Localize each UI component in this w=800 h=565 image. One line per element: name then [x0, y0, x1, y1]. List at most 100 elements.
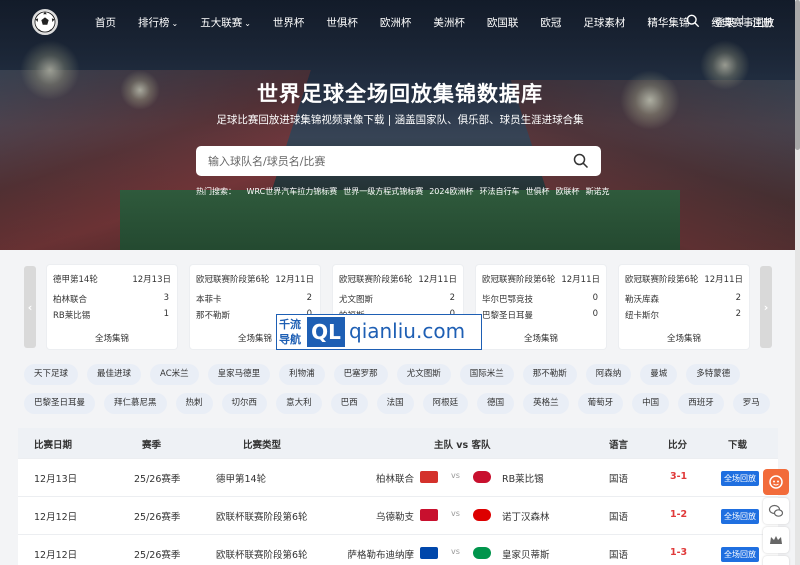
- row-away-team[interactable]: RB莱比锡: [502, 471, 544, 485]
- match-league: 欧冠联赛阶段第6轮: [196, 275, 270, 285]
- team-tag[interactable]: 利物浦: [279, 364, 325, 385]
- team-tag[interactable]: 中国: [632, 393, 670, 414]
- row-away-team[interactable]: 皇家贝蒂斯: [502, 547, 550, 561]
- team-tag[interactable]: 切尔西: [221, 393, 268, 414]
- watermark-ql-mark: QL: [307, 317, 345, 347]
- nav-item[interactable]: 美洲杯: [433, 15, 465, 30]
- nav-item[interactable]: 世界杯: [273, 15, 305, 30]
- team-tag[interactable]: 巴塞罗那: [333, 364, 388, 385]
- team-tag[interactable]: 英格兰: [523, 393, 569, 414]
- nav-item-label: 欧洲杯: [379, 17, 412, 29]
- highlights-link[interactable]: 全场集锦: [619, 332, 749, 344]
- chevron-right-icon: ›: [763, 300, 769, 314]
- top-nav: 首页 排行榜 ⌄ 五大联赛 ⌄ 世界杯 世俱杯 欧洲杯 美洲杯 欧国联 欧冠 足球素材 精华集锦 经典赛事…: [0, 0, 800, 44]
- nav-item[interactable]: 欧国联: [487, 15, 519, 30]
- wechat-button[interactable]: [763, 498, 789, 524]
- carousel-prev-button[interactable]: ‹: [24, 266, 36, 348]
- watermark-ql-text: QL: [311, 320, 341, 344]
- nav-item-label: 欧冠: [540, 17, 562, 29]
- register-link[interactable]: 注册: [752, 15, 773, 30]
- row-vs: vs: [451, 509, 460, 518]
- search-input[interactable]: [208, 152, 548, 170]
- nav-item[interactable]: 精华集锦: [647, 15, 689, 30]
- team-tag[interactable]: 皇家马德里: [207, 364, 271, 385]
- customer-service-button[interactable]: [763, 469, 789, 495]
- nav-item[interactable]: 欧洲杯: [380, 15, 412, 30]
- table-row[interactable]: 12月12日 25/26赛季 欧联杯联赛阶段第6轮 乌德勒支 vs 诺丁汉森林 国语 1-2 全…: [18, 496, 778, 534]
- team-tag[interactable]: 阿根廷: [422, 393, 469, 414]
- hot-search-link[interactable]: 世界一级方程式锦标赛: [343, 187, 423, 196]
- home-team-badge-icon: [420, 547, 438, 559]
- team-tag[interactable]: 那不勒斯: [522, 364, 577, 385]
- row-away-team[interactable]: 诺丁汉森林: [502, 509, 550, 523]
- nav-item[interactable]: 五大联赛 ⌄: [200, 15, 251, 30]
- row-date: 12月12日: [34, 512, 78, 523]
- logo[interactable]: [32, 9, 58, 35]
- away-team: RB莱比锡: [53, 311, 91, 321]
- team-tag[interactable]: 热刺: [175, 393, 213, 414]
- row-home-team[interactable]: 乌德勒支: [376, 509, 414, 523]
- row-download-button[interactable]: 全场回放: [721, 547, 759, 562]
- match-card[interactable]: 欧冠联赛阶段第6轮 12月11日 毕尔巴鄂竞技 0 巴黎圣日耳曼 0 全场集锦: [476, 265, 606, 349]
- nav-item[interactable]: 足球素材: [583, 15, 625, 30]
- search-button-icon[interactable]: [573, 153, 589, 169]
- login-link[interactable]: 登录: [714, 15, 735, 30]
- highlights-link[interactable]: 全场集锦: [47, 332, 177, 344]
- row-download-button[interactable]: 全场回放: [721, 509, 759, 524]
- table-row[interactable]: 12月12日 25/26赛季 欧联杯联赛阶段第6轮 萨格勒布迪纳摩 vs 皇家贝蒂斯 国语 1…: [18, 534, 778, 565]
- team-tag[interactable]: 拜仁慕尼黑: [104, 393, 167, 414]
- home-team: 柏林联合: [53, 295, 88, 305]
- team-tag[interactable]: 巴黎圣日耳曼: [24, 393, 96, 414]
- hot-search-link[interactable]: 斯诺克: [586, 187, 610, 196]
- hot-search-link[interactable]: 欧联杯: [556, 187, 580, 196]
- carousel-next-button[interactable]: ›: [760, 266, 772, 348]
- team-tag[interactable]: 法国: [376, 393, 414, 414]
- team-tag[interactable]: 巴西: [330, 393, 368, 414]
- team-tag[interactable]: 天下足球: [24, 364, 79, 385]
- team-tag[interactable]: 尤文图斯: [396, 364, 451, 385]
- vip-button[interactable]: [763, 527, 789, 553]
- home-team: 本菲卡: [196, 295, 222, 305]
- scrollbar-thumb[interactable]: [795, 0, 800, 150]
- team-tag[interactable]: 意大利: [276, 393, 322, 414]
- team-tag[interactable]: 德国: [477, 393, 515, 414]
- back-to-top-button[interactable]: [763, 556, 789, 565]
- match-card[interactable]: 欧冠联赛阶段第6轮 12月11日 勒沃库森 2 纽卡斯尔 2 全场集锦: [619, 265, 749, 349]
- highlights-link[interactable]: 全场集锦: [476, 332, 606, 344]
- row-type: 欧联杯联赛阶段第6轮: [216, 550, 308, 561]
- nav-item-label: 足球素材: [583, 17, 626, 29]
- home-team-badge-icon: [420, 509, 438, 521]
- hot-search-link[interactable]: 世俱杯: [526, 187, 550, 196]
- table-row[interactable]: 12月13日 25/26赛季 德甲第14轮 柏林联合 vs RB莱比锡 国语 3-1 全场回放: [18, 458, 778, 496]
- team-tag[interactable]: 国际米兰: [459, 364, 514, 385]
- row-score: 1-2: [670, 509, 688, 520]
- hero-subtitle: 足球比赛回放进球集锦视频录像下载 | 涵盖国家队、俱乐部、球员生涯进球合集: [216, 114, 584, 126]
- team-tag[interactable]: 多特蒙德: [686, 364, 741, 385]
- row-home-team[interactable]: 萨格勒布迪纳摩: [347, 547, 414, 561]
- team-tag[interactable]: 阿森纳: [585, 364, 632, 385]
- nav-item[interactable]: 排行榜 ⌄: [138, 15, 178, 30]
- scrollbar[interactable]: [795, 0, 800, 565]
- hot-search-link[interactable]: 2024欧洲杯: [429, 187, 473, 196]
- row-download-button[interactable]: 全场回放: [721, 471, 759, 486]
- crown-icon: [770, 536, 782, 544]
- team-tag[interactable]: 最佳进球: [87, 364, 142, 385]
- search-icon[interactable]: [686, 14, 700, 28]
- team-tag[interactable]: 西班牙: [678, 393, 724, 414]
- home-team-badge-icon: [420, 471, 438, 483]
- team-tag[interactable]: 罗马: [732, 393, 770, 414]
- home-score: 3: [163, 293, 169, 303]
- col-score: 比分: [668, 440, 688, 451]
- nav-item[interactable]: 首页: [95, 15, 116, 30]
- hot-search-link[interactable]: WRC世界汽车拉力锦标赛: [247, 187, 338, 196]
- match-card[interactable]: 德甲第14轮 12月13日 柏林联合 3 RB莱比锡 1 全场集锦: [47, 265, 177, 349]
- team-tag[interactable]: 葡萄牙: [577, 393, 624, 414]
- hero-title: 世界足球全场回放集锦数据库: [257, 82, 543, 106]
- table-header: 比赛日期 赛季 比赛类型 主队 vs 客队 语言 比分 下载: [18, 428, 778, 458]
- nav-item[interactable]: 世俱杯: [326, 15, 358, 30]
- row-home-team[interactable]: 柏林联合: [376, 471, 414, 485]
- nav-item[interactable]: 欧冠: [540, 15, 561, 30]
- team-tag[interactable]: 曼城: [640, 364, 678, 385]
- team-tag[interactable]: AC米兰: [150, 364, 199, 385]
- hot-search-link[interactable]: 环法自行车: [480, 187, 520, 196]
